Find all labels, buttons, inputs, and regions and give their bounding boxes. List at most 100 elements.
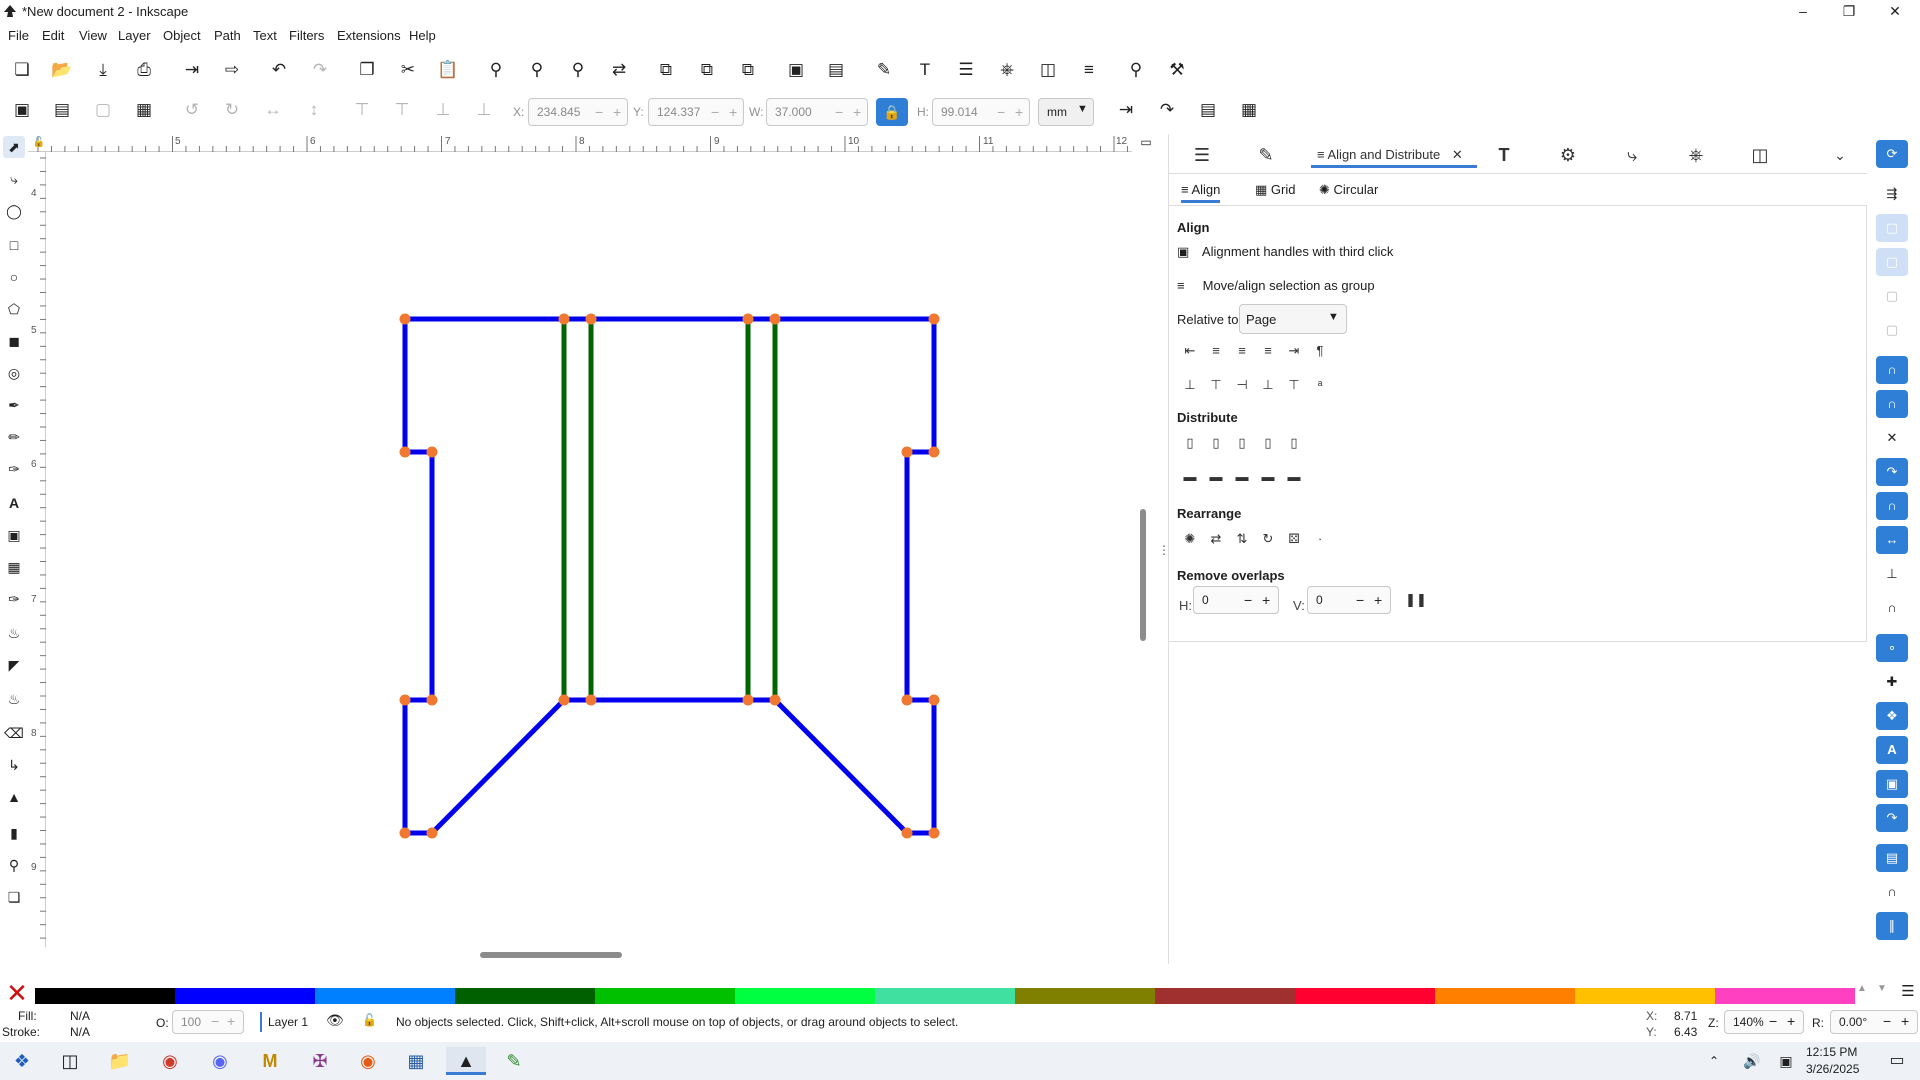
overlap-v-field[interactable]: 0 − +: [1307, 586, 1391, 614]
align-right-edges-icon[interactable]: ≡: [1257, 340, 1279, 362]
h-decrement-icon[interactable]: −: [997, 104, 1005, 120]
path-node[interactable]: [558, 313, 570, 325]
distribute-bottom-icon[interactable]: ▬: [1231, 466, 1253, 488]
snap-alignment-icon[interactable]: ∩: [1876, 878, 1908, 906]
width-field[interactable]: W: 37.000 − +: [749, 98, 868, 126]
snap-nodes-icon[interactable]: ∩: [1876, 356, 1908, 384]
path-node[interactable]: [742, 313, 754, 325]
snap-rotation-center-icon[interactable]: ✚: [1876, 668, 1908, 696]
xml-tab-icon[interactable]: ⎈: [1681, 142, 1711, 168]
distribute-top-icon[interactable]: ▬: [1179, 466, 1201, 488]
x-decrement-icon[interactable]: −: [595, 104, 603, 120]
calculator-icon[interactable]: ▦: [396, 1047, 436, 1075]
restore-button[interactable]: ❐: [1826, 0, 1872, 24]
graph-layout-icon[interactable]: ✺: [1179, 528, 1201, 550]
opacity-field[interactable]: 100 − +: [172, 1010, 244, 1034]
gradient-tool-icon[interactable]: ▣: [3, 524, 25, 546]
tab-align-and-distribute[interactable]: ≡ Align and Distribute ✕: [1311, 142, 1477, 168]
snap-bbox-midpoint-icon[interactable]: ▢: [1876, 316, 1908, 344]
drawing[interactable]: [47, 153, 1132, 945]
close-tab-icon[interactable]: ✕: [1452, 147, 1463, 162]
rotate-increment-icon[interactable]: +: [1901, 1013, 1909, 1029]
canvas[interactable]: [47, 153, 1132, 945]
import-icon[interactable]: ⇥: [178, 56, 206, 84]
path-node[interactable]: [901, 446, 913, 458]
snap-centers-icon[interactable]: ∘: [1876, 634, 1908, 662]
eraser-tool-icon[interactable]: ⌫: [3, 722, 25, 744]
flip-horizontal-icon[interactable]: ↔: [259, 96, 287, 124]
snap-intersections-icon[interactable]: ✕: [1876, 424, 1908, 452]
chrome-icon[interactable]: ◉: [150, 1047, 190, 1075]
y-field[interactable]: Y: 124.337 − +: [633, 98, 744, 126]
w-increment-icon[interactable]: +: [853, 104, 861, 120]
tabs-menu-chevron-icon[interactable]: ⌄: [1825, 142, 1855, 168]
snap-toggle-icon[interactable]: ⟳: [1876, 140, 1908, 168]
opacity-decrement-icon[interactable]: −: [211, 1013, 219, 1029]
dropper-tool-icon[interactable]: ✑: [3, 588, 25, 610]
layer-visibility-eye-icon[interactable]: 👁: [326, 1012, 344, 1029]
redo-icon[interactable]: ↷: [306, 56, 334, 84]
deselect-icon[interactable]: ▢: [89, 96, 117, 124]
selector-tool-icon[interactable]: ⬈: [3, 136, 25, 158]
palette-swatch[interactable]: [1575, 988, 1715, 1004]
scale-stroke-icon[interactable]: ⇥: [1112, 96, 1140, 124]
selectors-icon[interactable]: ◫: [1034, 56, 1062, 84]
overlap-h-field[interactable]: 0 − +: [1193, 586, 1279, 614]
spray-tool-icon[interactable]: ♨: [3, 688, 25, 710]
clone-icon[interactable]: ⧉: [693, 56, 721, 84]
clock-date[interactable]: 3/26/2025: [1806, 1062, 1859, 1076]
tweak-tool-icon[interactable]: ◤: [3, 654, 25, 676]
save-icon[interactable]: ⤓: [89, 56, 117, 84]
snap-bbox-icon[interactable]: ▢: [1876, 214, 1908, 242]
palette-menu-icon[interactable]: ☰: [1898, 980, 1918, 1002]
layers-tab-icon[interactable]: ☰: [1187, 142, 1217, 168]
subtab-circular[interactable]: ✺ Circular: [1319, 182, 1378, 198]
ruler-lock-icon[interactable]: 🔓: [32, 134, 46, 150]
distribute-gaps-h-icon[interactable]: ▯: [1257, 432, 1279, 454]
menu-layer[interactable]: Layer: [118, 28, 151, 43]
h-increment-icon[interactable]: +: [1015, 104, 1023, 120]
path-node[interactable]: [399, 446, 411, 458]
y-increment-icon[interactable]: +: [729, 104, 737, 120]
distribute-right-icon[interactable]: ▯: [1231, 432, 1253, 454]
layer-lock-icon[interactable]: 🔓: [362, 1013, 377, 1027]
snap-distribution-icon[interactable]: ∥: [1876, 912, 1908, 940]
x-field[interactable]: X: 234.845 − +: [513, 98, 628, 126]
raise-icon[interactable]: ⊤: [388, 96, 416, 124]
transform-tab-icon[interactable]: ⚙: [1553, 142, 1583, 168]
unit-select[interactable]: mm ▼: [1038, 98, 1094, 126]
unclump-icon[interactable]: ∙: [1309, 528, 1331, 550]
zoom-field[interactable]: 140% − +: [1724, 1010, 1804, 1034]
network-icon[interactable]: ▣: [1774, 1047, 1798, 1075]
palette-scroll-down-icon[interactable]: ▼: [1874, 982, 1890, 994]
v-decrement-icon[interactable]: −: [1356, 592, 1364, 608]
text-tool-icon[interactable]: A: [3, 492, 25, 514]
snap-perpendicular-icon[interactable]: ⊥: [1876, 560, 1908, 588]
connector-tool-icon[interactable]: ↳: [3, 754, 25, 776]
paint-bucket-icon[interactable]: ♨: [3, 622, 25, 644]
move-gradients-icon[interactable]: ▤: [1194, 96, 1222, 124]
snap-guides-icon[interactable]: ▤: [1876, 844, 1908, 872]
lower-bottom-icon[interactable]: ⊥: [470, 96, 498, 124]
slack-icon[interactable]: ✠: [300, 1047, 340, 1075]
rotate-cw-icon[interactable]: ↻: [218, 96, 246, 124]
select-all-layers-icon[interactable]: ▤: [48, 96, 76, 124]
group-option[interactable]: ≡ Move/align selection as group: [1177, 278, 1375, 293]
firefox-icon[interactable]: ◉: [348, 1047, 388, 1075]
v-increment-icon[interactable]: +: [1374, 592, 1382, 608]
distribute-baselines-v-icon[interactable]: ▬: [1283, 466, 1305, 488]
rotate-ccw-icon[interactable]: ↺: [178, 96, 206, 124]
path-node[interactable]: [901, 827, 913, 839]
unlink-clone-icon[interactable]: ⧉: [734, 56, 762, 84]
path-node[interactable]: [585, 313, 597, 325]
rectangle-tool-icon[interactable]: □: [3, 234, 25, 256]
group-icon[interactable]: ▣: [782, 56, 810, 84]
distribute-left-icon[interactable]: ▯: [1179, 432, 1201, 454]
select-all-icon[interactable]: ▣: [8, 96, 36, 124]
fill-stroke-icon[interactable]: ✎: [870, 56, 898, 84]
path-node[interactable]: [558, 694, 570, 706]
align-left-edges-icon[interactable]: ≡: [1205, 340, 1227, 362]
raise-top-icon[interactable]: ⊤: [348, 96, 376, 124]
path-node[interactable]: [928, 313, 940, 325]
snap-smooth-icon[interactable]: ∩: [1876, 492, 1908, 520]
